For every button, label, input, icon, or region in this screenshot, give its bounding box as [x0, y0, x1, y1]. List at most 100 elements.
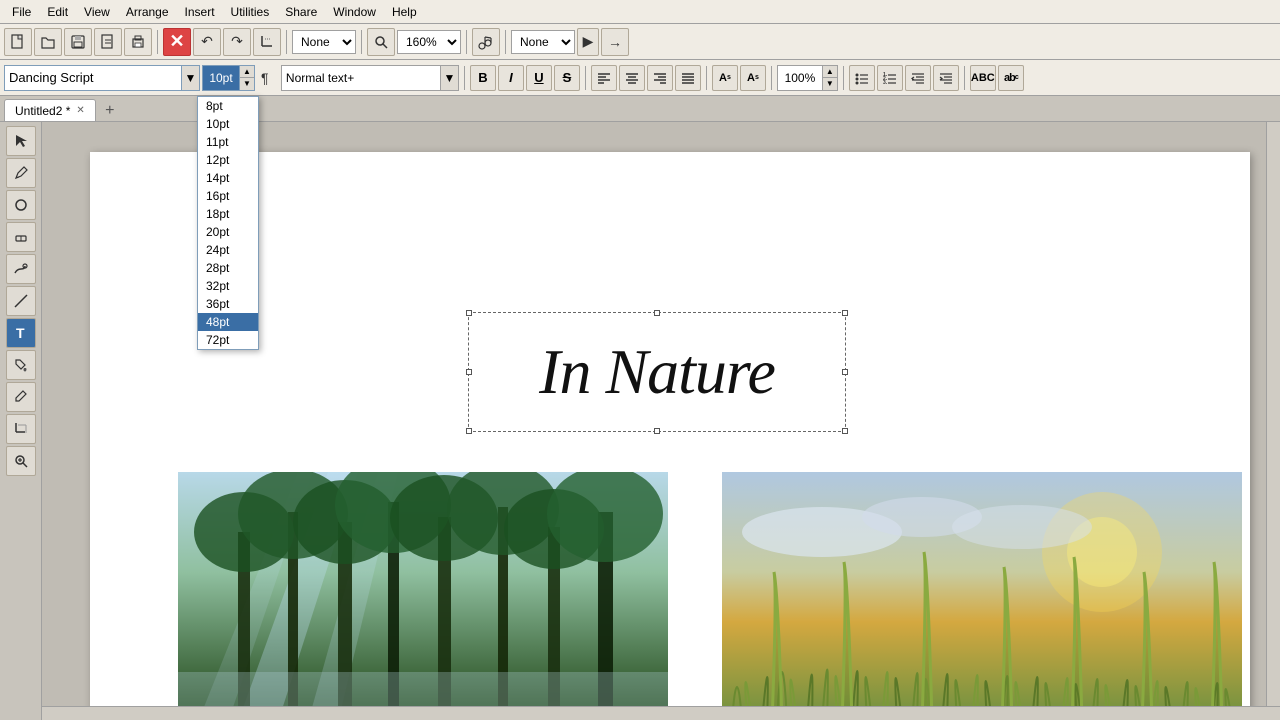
- para-style-arrow[interactable]: ▼: [441, 65, 459, 91]
- separator5: [505, 30, 506, 54]
- toolbar1: ✕ ↶ ↷ None 160% None ▶ →: [0, 24, 1280, 60]
- zoom-select[interactable]: 160%: [397, 30, 461, 54]
- para-style-display: Normal text+: [281, 65, 441, 91]
- size-18pt[interactable]: 18pt: [198, 205, 258, 223]
- line-tool-button[interactable]: [6, 286, 36, 316]
- size-36pt[interactable]: 36pt: [198, 295, 258, 313]
- size-72pt[interactable]: 72pt: [198, 331, 258, 349]
- justify-button[interactable]: [675, 65, 701, 91]
- undo-button[interactable]: ↶: [193, 28, 221, 56]
- shape-tool-button[interactable]: [6, 190, 36, 220]
- horizontal-scrollbar[interactable]: [42, 706, 1280, 720]
- font-size-up[interactable]: ▲: [240, 66, 254, 78]
- menu-file[interactable]: File: [4, 3, 39, 21]
- menu-window[interactable]: Window: [325, 3, 384, 21]
- menubar: File Edit View Arrange Insert Utilities …: [0, 0, 1280, 24]
- bold-button[interactable]: B: [470, 65, 496, 91]
- italic-button[interactable]: I: [498, 65, 524, 91]
- wrap-arrow-button[interactable]: ▶: [577, 28, 599, 56]
- size-10pt[interactable]: 10pt: [198, 115, 258, 133]
- sep-fmt6: [964, 66, 965, 90]
- text-tool-button[interactable]: T: [6, 318, 36, 348]
- size-24pt[interactable]: 24pt: [198, 241, 258, 259]
- arrow-tool-button[interactable]: [6, 126, 36, 156]
- pencil-tool-button[interactable]: [6, 158, 36, 188]
- menu-arrange[interactable]: Arrange: [118, 3, 177, 21]
- font-name-arrow[interactable]: ▼: [182, 65, 200, 91]
- menu-edit[interactable]: Edit: [39, 3, 76, 21]
- vertical-scrollbar[interactable]: [1266, 122, 1280, 706]
- forest-image[interactable]: [178, 472, 668, 720]
- autocorrect-button[interactable]: abc: [998, 65, 1024, 91]
- tab-close-button[interactable]: ✕: [76, 105, 84, 116]
- zoom-fit-button[interactable]: [367, 28, 395, 56]
- new-tab-button[interactable]: +: [100, 101, 120, 121]
- menu-share[interactable]: Share: [277, 3, 325, 21]
- size-20pt[interactable]: 20pt: [198, 223, 258, 241]
- size-11pt[interactable]: 11pt: [198, 133, 258, 151]
- size-14pt[interactable]: 14pt: [198, 169, 258, 187]
- open-button[interactable]: [34, 28, 62, 56]
- save-button[interactable]: [64, 28, 92, 56]
- menu-help[interactable]: Help: [384, 3, 425, 21]
- print-button[interactable]: [124, 28, 152, 56]
- eraser-tool-button[interactable]: [6, 222, 36, 252]
- tab-label: Untitled2 *: [15, 104, 70, 118]
- crop-tool-button[interactable]: [6, 414, 36, 444]
- handle-tl[interactable]: [466, 310, 472, 316]
- zoom-tool-button[interactable]: [6, 446, 36, 476]
- zoom-up[interactable]: ▲: [823, 66, 837, 78]
- size-12pt[interactable]: 12pt: [198, 151, 258, 169]
- size-48pt[interactable]: 48pt: [198, 313, 258, 331]
- handle-tr[interactable]: [842, 310, 848, 316]
- tabbar: Untitled2 * ✕ +: [0, 96, 1280, 122]
- delete-button[interactable]: ✕: [163, 28, 191, 56]
- export-button[interactable]: [94, 28, 122, 56]
- underline-button[interactable]: U: [526, 65, 552, 91]
- freehand-tool-button[interactable]: [6, 254, 36, 284]
- arrow-right-button[interactable]: →: [601, 28, 629, 56]
- paint-bucket-button[interactable]: [6, 350, 36, 380]
- subscript-button[interactable]: As: [740, 65, 766, 91]
- spell-check-button[interactable]: ABC: [970, 65, 996, 91]
- decrease-indent-button[interactable]: [905, 65, 931, 91]
- size-32pt[interactable]: 32pt: [198, 277, 258, 295]
- align-left-button[interactable]: [591, 65, 617, 91]
- separator1: [157, 30, 158, 54]
- handle-bl[interactable]: [466, 428, 472, 434]
- forest-svg: [178, 472, 668, 720]
- superscript-button[interactable]: As: [712, 65, 738, 91]
- increase-indent-button[interactable]: [933, 65, 959, 91]
- align-center-button[interactable]: [619, 65, 645, 91]
- crop-button[interactable]: [253, 28, 281, 56]
- handle-br[interactable]: [842, 428, 848, 434]
- handle-mr[interactable]: [842, 369, 848, 375]
- menu-utilities[interactable]: Utilities: [223, 3, 278, 21]
- wrap-select[interactable]: None: [511, 30, 575, 54]
- grass-image[interactable]: [722, 472, 1242, 720]
- handle-bm[interactable]: [654, 428, 660, 434]
- text-box[interactable]: In Nature: [468, 312, 846, 432]
- shape-select[interactable]: None: [292, 30, 356, 54]
- handle-tm[interactable]: [654, 310, 660, 316]
- menu-insert[interactable]: Insert: [177, 3, 223, 21]
- wrap-select-wrap: None: [511, 30, 575, 54]
- number-list-button[interactable]: 1.2.3.: [877, 65, 903, 91]
- align-right-button[interactable]: [647, 65, 673, 91]
- size-28pt[interactable]: 28pt: [198, 259, 258, 277]
- size-8pt[interactable]: 8pt: [198, 97, 258, 115]
- eyedropper-button[interactable]: [6, 382, 36, 412]
- font-name-label: Dancing Script: [9, 70, 94, 85]
- font-size-down[interactable]: ▼: [240, 77, 254, 90]
- size-16pt[interactable]: 16pt: [198, 187, 258, 205]
- strikethrough-button[interactable]: S: [554, 65, 580, 91]
- menu-view[interactable]: View: [76, 3, 118, 21]
- handle-ml[interactable]: [466, 369, 472, 375]
- bullet-list-button[interactable]: [849, 65, 875, 91]
- tab-untitled2[interactable]: Untitled2 * ✕: [4, 99, 96, 121]
- zoom-down[interactable]: ▼: [823, 77, 837, 90]
- new-button[interactable]: [4, 28, 32, 56]
- font-size-display[interactable]: 10pt: [202, 65, 240, 91]
- redo-button[interactable]: ↷: [223, 28, 251, 56]
- music-button[interactable]: [472, 28, 500, 56]
